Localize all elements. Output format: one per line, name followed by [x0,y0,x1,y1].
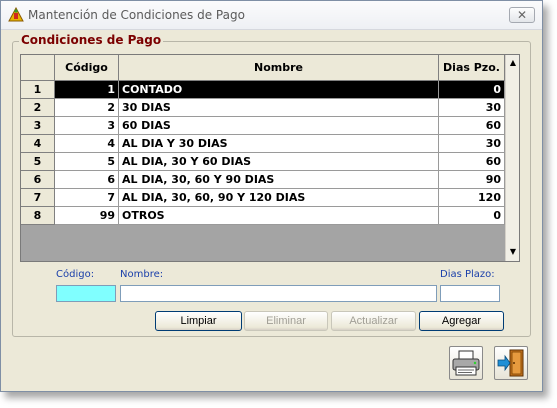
close-button[interactable]: ✕ [509,7,535,23]
dias-cell: 30 [439,99,505,117]
nombre-cell: 30 DIAS [119,99,439,117]
window-title: Mantención de Condiciones de Pago [28,8,245,22]
column-header-codigo[interactable]: Código [55,55,119,81]
dias-plazo-field[interactable] [440,285,500,302]
dias-cell: 60 [439,117,505,135]
row-number-cell[interactable]: 7 [21,189,55,207]
column-header-dias[interactable]: Dias Pzo. [439,55,505,81]
printer-icon [452,350,480,376]
codigo-cell: 7 [55,189,119,207]
nombre-cell: AL DIA, 30, 60 Y 90 DIAS [119,171,439,189]
nombre-cell: AL DIA, 30 Y 60 DIAS [119,153,439,171]
column-header-nombre[interactable]: Nombre [119,55,439,81]
row-number-cell[interactable]: 1 [21,81,55,99]
nombre-cell: CONTADO [119,81,439,99]
nombre-field[interactable] [120,285,437,302]
codigo-cell: 3 [55,117,119,135]
dias-cell: 60 [439,153,505,171]
codigo-cell: 1 [55,81,119,99]
nombre-label: Nombre: [120,269,164,280]
row-number-cell[interactable]: 4 [21,135,55,153]
codigo-cell: 2 [55,99,119,117]
app-icon [8,7,24,22]
nombre-cell: 60 DIAS [119,117,439,135]
codigo-cell: 4 [55,135,119,153]
grid-corner-cell [21,55,55,81]
actualizar-button[interactable]: Actualizar [331,311,416,331]
eliminar-button[interactable]: Eliminar [244,311,328,331]
main-window: Mantención de Condiciones de Pago ✕ Cond… [0,0,543,392]
codigo-label: Código: [56,269,95,280]
row-number-cell[interactable]: 3 [21,117,55,135]
dias-cell: 30 [439,135,505,153]
dias-cell: 0 [439,81,505,99]
row-number-cell[interactable]: 6 [21,171,55,189]
exit-button[interactable] [494,346,528,380]
limpiar-button[interactable]: Limpiar [155,311,242,331]
row-number-cell[interactable]: 2 [21,99,55,117]
nombre-cell: OTROS [119,207,439,225]
vertical-scrollbar[interactable]: ▲ ▼ [505,55,519,261]
codigo-cell: 6 [55,171,119,189]
codigo-field[interactable] [56,285,116,302]
nombre-cell: AL DIA Y 30 DIAS [119,135,439,153]
title-bar: Mantención de Condiciones de Pago ✕ [1,1,542,30]
scroll-down-icon[interactable]: ▼ [506,245,519,259]
row-number-cell[interactable]: 8 [21,207,55,225]
print-button[interactable] [449,346,483,380]
group-title: Condiciones de Pago [19,33,164,47]
nombre-cell: AL DIA, 30, 60, 90 Y 120 DIAS [119,189,439,207]
dias-cell: 90 [439,171,505,189]
row-number-cell[interactable]: 5 [21,153,55,171]
codigo-cell: 99 [55,207,119,225]
conditions-grid[interactable]: Código Nombre Dias Pzo. 1 1 CONTADO 0 2 2 30 D… [20,54,520,262]
dias-cell: 0 [439,207,505,225]
scroll-up-icon[interactable]: ▲ [506,56,519,70]
exit-door-icon [497,349,524,377]
codigo-cell: 5 [55,153,119,171]
dias-cell: 120 [439,189,505,207]
dias-plazo-label: Dias Plazo: [440,269,495,280]
agregar-button[interactable]: Agregar [419,311,504,331]
